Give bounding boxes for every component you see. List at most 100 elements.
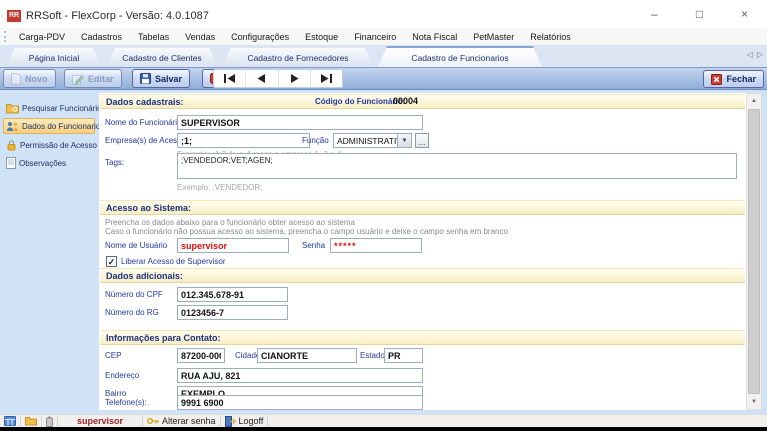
bairro-label: Bairro: [105, 389, 126, 398]
logoff-button[interactable]: Logoff: [221, 415, 269, 427]
menu-nota-fiscal[interactable]: Nota Fiscal: [404, 32, 465, 42]
numero-rg-label: Número do RG: [105, 308, 159, 317]
sidebar-item-dados-funcionario[interactable]: Dados do Funcionario: [3, 118, 95, 134]
app-logo-icon: RR: [7, 10, 21, 22]
empresas-acesso-input[interactable]: [177, 133, 310, 148]
folder-search-icon: [6, 103, 19, 114]
nome-funcionario-input[interactable]: [177, 115, 423, 130]
screen-edge: [0, 427, 767, 431]
section-header-dados-adicionais: Dados adicionais:: [100, 268, 745, 283]
nome-funcionario-label: Nome do Funcionário: [105, 118, 181, 127]
statusbar-device-button[interactable]: [42, 415, 58, 427]
menu-financeiro[interactable]: Financeiro: [346, 32, 404, 42]
editar-button[interactable]: Editar: [64, 69, 122, 88]
sidebar-item-permissao-acesso[interactable]: Permissão de Acesso: [3, 137, 95, 153]
estado-input[interactable]: [384, 348, 423, 363]
fechar-button[interactable]: Fechar: [703, 70, 764, 88]
sidebar-item-label: Dados do Funcionario: [22, 122, 100, 131]
scroll-down-icon[interactable]: ▼: [747, 395, 761, 409]
tab-scroll-right-icon[interactable]: ▷: [757, 50, 763, 59]
statusbar-grid-button[interactable]: [0, 415, 21, 427]
numero-rg-input[interactable]: [177, 305, 288, 320]
menu-cadastros[interactable]: Cadastros: [73, 32, 130, 42]
statusbar-logged-user: supervisor: [58, 415, 143, 427]
statusbar-folder-button[interactable]: [21, 415, 42, 427]
scrollbar-thumb[interactable]: [748, 109, 760, 394]
menu-configuracoes[interactable]: Configurações: [223, 32, 297, 42]
alterar-senha-button[interactable]: Alterar senha: [143, 415, 221, 427]
menu-vendas[interactable]: Vendas: [177, 32, 223, 42]
vertical-scrollbar[interactable]: ▲ ▼: [746, 93, 762, 410]
codigo-funcionario-value: 00004: [393, 96, 418, 106]
sidebar-item-label: Observações: [19, 159, 66, 168]
funcao-more-button[interactable]: ...: [415, 133, 429, 148]
close-x-icon: [711, 74, 722, 85]
main-area: Pesquisar Funcionário Dados do Funcionar…: [0, 90, 767, 414]
next-record-icon: [290, 74, 299, 83]
novo-button[interactable]: Novo: [3, 69, 56, 88]
nav-last-button[interactable]: [311, 70, 342, 87]
statusbar-filler: [268, 415, 767, 427]
funcao-label: Função: [302, 136, 329, 145]
salvar-button[interactable]: Salvar: [132, 69, 190, 88]
battery-icon: [46, 416, 53, 427]
nome-usuario-input[interactable]: [177, 238, 289, 253]
tab-cadastro-fornecedores[interactable]: Cadastro de Fornecedores: [222, 48, 374, 67]
grid-icon: [4, 416, 16, 426]
menu-tabelas[interactable]: Tabelas: [130, 32, 177, 42]
tab-cadastro-funcionarios[interactable]: Cadastro de Funcionarios: [378, 46, 542, 67]
application-window: RR RRSoft - FlexCorp - Versão: 4.0.1087 …: [0, 0, 767, 431]
codigo-funcionario-label: Código do Funcionário:: [315, 97, 405, 106]
statusbar: supervisor Alterar senha Logoff: [0, 414, 767, 427]
acesso-intro-line2: Caso o funcionário não possua acesso ao …: [105, 227, 508, 236]
lock-icon: [6, 139, 17, 151]
form-panel: Dados cadastrais: Código do Funcionário:…: [99, 93, 746, 410]
tab-scroll-arrows: ◁ ▷: [747, 50, 763, 59]
liberar-supervisor-checkbox[interactable]: ✓: [106, 256, 117, 267]
menu-petmaster[interactable]: PetMaster: [465, 32, 522, 42]
tabstrip: Página Inicial Cadastro de Clientes Cada…: [0, 45, 767, 67]
tab-cadastro-clientes[interactable]: Cadastro de Clientes: [106, 48, 218, 67]
empresas-acesso-label: Empresa(s) de Acesso: [105, 136, 185, 145]
minimize-button[interactable]: –: [632, 0, 677, 28]
nav-first-button[interactable]: [214, 70, 246, 87]
endereco-label: Endereço: [105, 371, 139, 380]
scroll-up-icon[interactable]: ▲: [747, 94, 761, 108]
liberar-supervisor-label: Liberar Acesso de Supervisor: [121, 257, 226, 266]
tags-label: Tags:: [105, 158, 124, 167]
nav-next-button[interactable]: [279, 70, 311, 87]
funcao-value: ADMINISTRATIVO: [334, 136, 397, 146]
section-header-dados-cadastrais: Dados cadastrais:: [100, 94, 745, 109]
sidebar-item-observacoes[interactable]: Observações: [3, 155, 95, 171]
menu-estoque[interactable]: Estoque: [297, 32, 346, 42]
save-disk-icon: [140, 73, 151, 84]
maximize-button[interactable]: □: [677, 0, 722, 28]
telefone-input[interactable]: [177, 395, 423, 410]
tags-hint: Exemplo: ;VENDEDOR;: [177, 183, 262, 192]
cep-input[interactable]: [177, 348, 225, 363]
window-controls: – □ ×: [632, 0, 767, 28]
close-button[interactable]: ×: [722, 0, 767, 28]
folder-icon: [25, 416, 37, 426]
tags-textarea[interactable]: ;VENDEDOR;VET;AGEN;: [177, 153, 737, 179]
acesso-intro-line1: Preencha os dados abaixo para o funcioná…: [105, 218, 355, 227]
menu-gripper: [4, 31, 8, 42]
sidebar: Pesquisar Funcionário Dados do Funcionar…: [0, 90, 97, 414]
tab-pagina-inicial[interactable]: Página Inicial: [6, 48, 102, 67]
nav-prev-button[interactable]: [246, 70, 278, 87]
funcao-dropdown[interactable]: ADMINISTRATIVO ▼: [333, 133, 412, 148]
chevron-down-icon[interactable]: ▼: [397, 134, 411, 147]
fechar-label: Fechar: [726, 74, 756, 84]
menu-relatorios[interactable]: Relatórios: [522, 32, 579, 42]
key-icon: [147, 417, 159, 425]
menu-carga-pdv[interactable]: Carga-PDV: [11, 32, 73, 42]
endereco-input[interactable]: [177, 368, 423, 383]
novo-label: Novo: [25, 74, 48, 84]
senha-input[interactable]: [330, 238, 422, 253]
senha-label: Senha: [302, 241, 325, 250]
sidebar-item-pesquisar-funcionario[interactable]: Pesquisar Funcionário: [3, 100, 95, 116]
numero-cpf-input[interactable]: [177, 287, 288, 302]
cidade-input[interactable]: [257, 348, 357, 363]
menubar: Carga-PDV Cadastros Tabelas Vendas Confi…: [0, 28, 767, 45]
tab-scroll-left-icon[interactable]: ◁: [747, 50, 753, 59]
